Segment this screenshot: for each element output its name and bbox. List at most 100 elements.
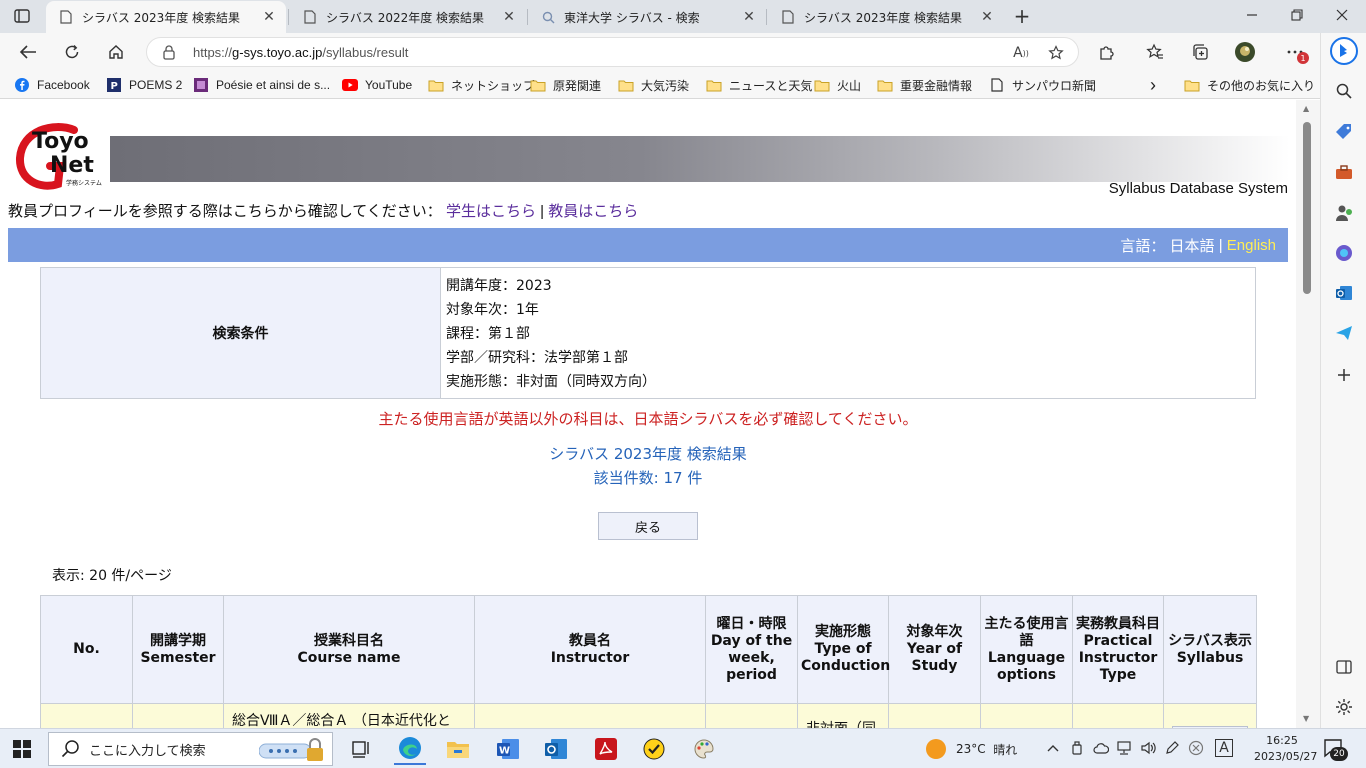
ime-indicator[interactable]: A (1215, 739, 1233, 757)
col-header-syllabus[interactable]: シラバス表示 Syllabus (1163, 595, 1257, 704)
col-header-practical[interactable]: 実務教員科目 Practical Instructor Type (1072, 595, 1164, 704)
restore-button[interactable] (1285, 4, 1309, 26)
sidebar-outlook-button[interactable] (1330, 279, 1358, 307)
col-header-year[interactable]: 対象年次 Year of Study (888, 595, 981, 704)
favorites-overflow-button[interactable]: › (1150, 75, 1156, 95)
system-clock[interactable]: 16:25 2023/05/27 (1254, 733, 1318, 765)
clock-date: 2023/05/27 (1254, 750, 1318, 763)
tab-4[interactable]: シラバス 2023年度 検索結果 ✕ (768, 1, 1004, 33)
col-header-semester[interactable]: 開講学期 Semester (132, 595, 224, 704)
close-window-button[interactable] (1330, 4, 1354, 26)
taskbar-norton[interactable] (638, 733, 670, 765)
teacher-link[interactable]: 教員はこちら (548, 203, 638, 220)
tab-actions-button[interactable] (8, 5, 36, 27)
tab-2[interactable]: シラバス 2022年度 検索結果 ✕ (290, 1, 526, 33)
close-tab-icon[interactable]: ✕ (260, 8, 278, 26)
taskbar-outlook[interactable] (540, 733, 572, 765)
tray-onedrive[interactable] (1092, 739, 1110, 757)
svg-text:Net: Net (50, 153, 94, 178)
sidebar-settings-button[interactable] (1330, 693, 1358, 721)
other-favorites-folder[interactable]: その他のお気に入り (1184, 75, 1315, 95)
favorite-youtube[interactable]: YouTube (342, 75, 412, 95)
close-tab-icon[interactable]: ✕ (740, 8, 758, 26)
favorite-saopaulo-news[interactable]: サンパウロ新聞 (989, 75, 1096, 95)
tab-1[interactable]: シラバス 2023年度 検索結果 ✕ (46, 1, 286, 33)
bing-copilot-button[interactable] (1330, 37, 1358, 65)
task-view-button[interactable] (346, 733, 378, 765)
col-header-language[interactable]: 主たる使用言語 Language options (980, 595, 1073, 704)
scroll-up-icon[interactable]: ▲ (1303, 104, 1309, 113)
sidebar-hide-button[interactable] (1330, 653, 1358, 681)
windows-start-icon[interactable] (12, 739, 32, 759)
page-scrollbar[interactable]: ▲ ▼ (1296, 100, 1320, 728)
scrollbar-thumb[interactable] (1303, 122, 1311, 294)
favorite-folder-air[interactable]: 大気汚染 (618, 75, 689, 95)
sidebar-add-button[interactable] (1330, 361, 1358, 389)
sidebar-shopping-button[interactable] (1330, 118, 1358, 146)
favorite-poesie[interactable]: Poésie et ainsi de s... (193, 75, 330, 95)
favorite-facebook[interactable]: Facebook (14, 75, 90, 95)
tray-blocked[interactable] (1187, 739, 1205, 757)
tray-overflow-chevron[interactable] (1044, 739, 1062, 757)
folder-icon (706, 78, 722, 92)
taskbar-file-explorer[interactable] (442, 733, 474, 765)
notification-center-button[interactable]: 20 (1322, 737, 1348, 761)
extensions-button[interactable] (1095, 40, 1119, 64)
taskbar-edge[interactable] (394, 733, 426, 765)
sidebar-tools-button[interactable] (1330, 158, 1358, 186)
home-icon (109, 45, 123, 59)
profile-avatar[interactable] (1233, 40, 1257, 64)
notification-count: 20 (1330, 747, 1348, 761)
page-icon (989, 78, 1005, 92)
word-icon: W (497, 739, 519, 759)
tray-network[interactable] (1116, 739, 1134, 757)
tray-usb[interactable] (1068, 739, 1086, 757)
weather-widget[interactable]: 23°C 晴れ (926, 739, 1017, 759)
tray-volume[interactable] (1140, 739, 1158, 757)
add-favorite-icon[interactable] (1047, 44, 1065, 62)
address-bar[interactable]: https://g-sys.toyo.ac.jp/syllabus/result… (146, 37, 1079, 67)
col-header-course[interactable]: 授業科目名 Course name (223, 595, 475, 704)
lock-icon[interactable] (161, 44, 177, 60)
back-button[interactable] (14, 39, 42, 65)
tab-3[interactable]: 東洋大学 シラバス - 検索 ✕ (528, 1, 766, 33)
minimize-icon (1247, 14, 1257, 16)
taskbar-search-box[interactable]: ここに入力して検索 (48, 732, 333, 766)
settings-more-button[interactable]: 1 (1283, 40, 1309, 64)
task-view-icon (352, 741, 369, 758)
student-link[interactable]: 学生はこちら (446, 203, 536, 220)
tray-edit[interactable] (1163, 739, 1181, 757)
favorite-folder-volcano[interactable]: 火山 (814, 75, 861, 95)
new-tab-button[interactable]: + (1010, 4, 1034, 28)
favorite-folder-finance[interactable]: 重要金融情報 (877, 75, 972, 95)
close-tab-icon[interactable]: ✕ (978, 8, 996, 26)
lang-japanese-link[interactable]: 日本語 (1170, 235, 1215, 256)
col-header-conduction[interactable]: 実施形態 Type of Conduction (797, 595, 890, 704)
favorite-folder-news[interactable]: ニュースと天気 (706, 75, 812, 95)
sidebar-office-button[interactable] (1330, 239, 1358, 267)
favorites-button[interactable] (1143, 40, 1167, 64)
url-text[interactable]: https://g-sys.toyo.ac.jp/syllabus/result (193, 45, 408, 60)
col-header-instructor[interactable]: 教員名 Instructor (474, 595, 706, 704)
language-warning: 主たる使用言語が英語以外の科目は、日本語シラバスを必ず確認してください。 (378, 410, 918, 428)
favorite-folder-netshop[interactable]: ネットショップ (428, 75, 535, 95)
refresh-button[interactable] (58, 39, 86, 65)
taskbar-acrobat[interactable] (590, 733, 622, 765)
minimize-button[interactable] (1240, 4, 1264, 26)
sidebar-games-button[interactable] (1330, 199, 1358, 227)
taskbar-paint[interactable] (688, 733, 720, 765)
read-aloud-icon[interactable]: A)) (1012, 44, 1030, 62)
sidebar-send-button[interactable] (1330, 319, 1358, 347)
col-header-no[interactable]: No. (40, 595, 133, 704)
favorite-folder-nuclear[interactable]: 原発関連 (530, 75, 601, 95)
taskbar-word[interactable]: W (492, 733, 524, 765)
scroll-down-icon[interactable]: ▼ (1303, 714, 1309, 723)
lang-english-link[interactable]: English (1227, 237, 1276, 254)
close-tab-icon[interactable]: ✕ (500, 8, 518, 26)
col-header-day-period[interactable]: 曜日・時限 Day of the week, period (705, 595, 798, 704)
home-button[interactable] (102, 39, 130, 65)
back-page-button[interactable]: 戻る (598, 512, 698, 540)
favorite-poems[interactable]: P POEMS 2 (106, 75, 182, 95)
sidebar-search-button[interactable] (1330, 77, 1358, 105)
collections-button[interactable] (1188, 40, 1212, 64)
